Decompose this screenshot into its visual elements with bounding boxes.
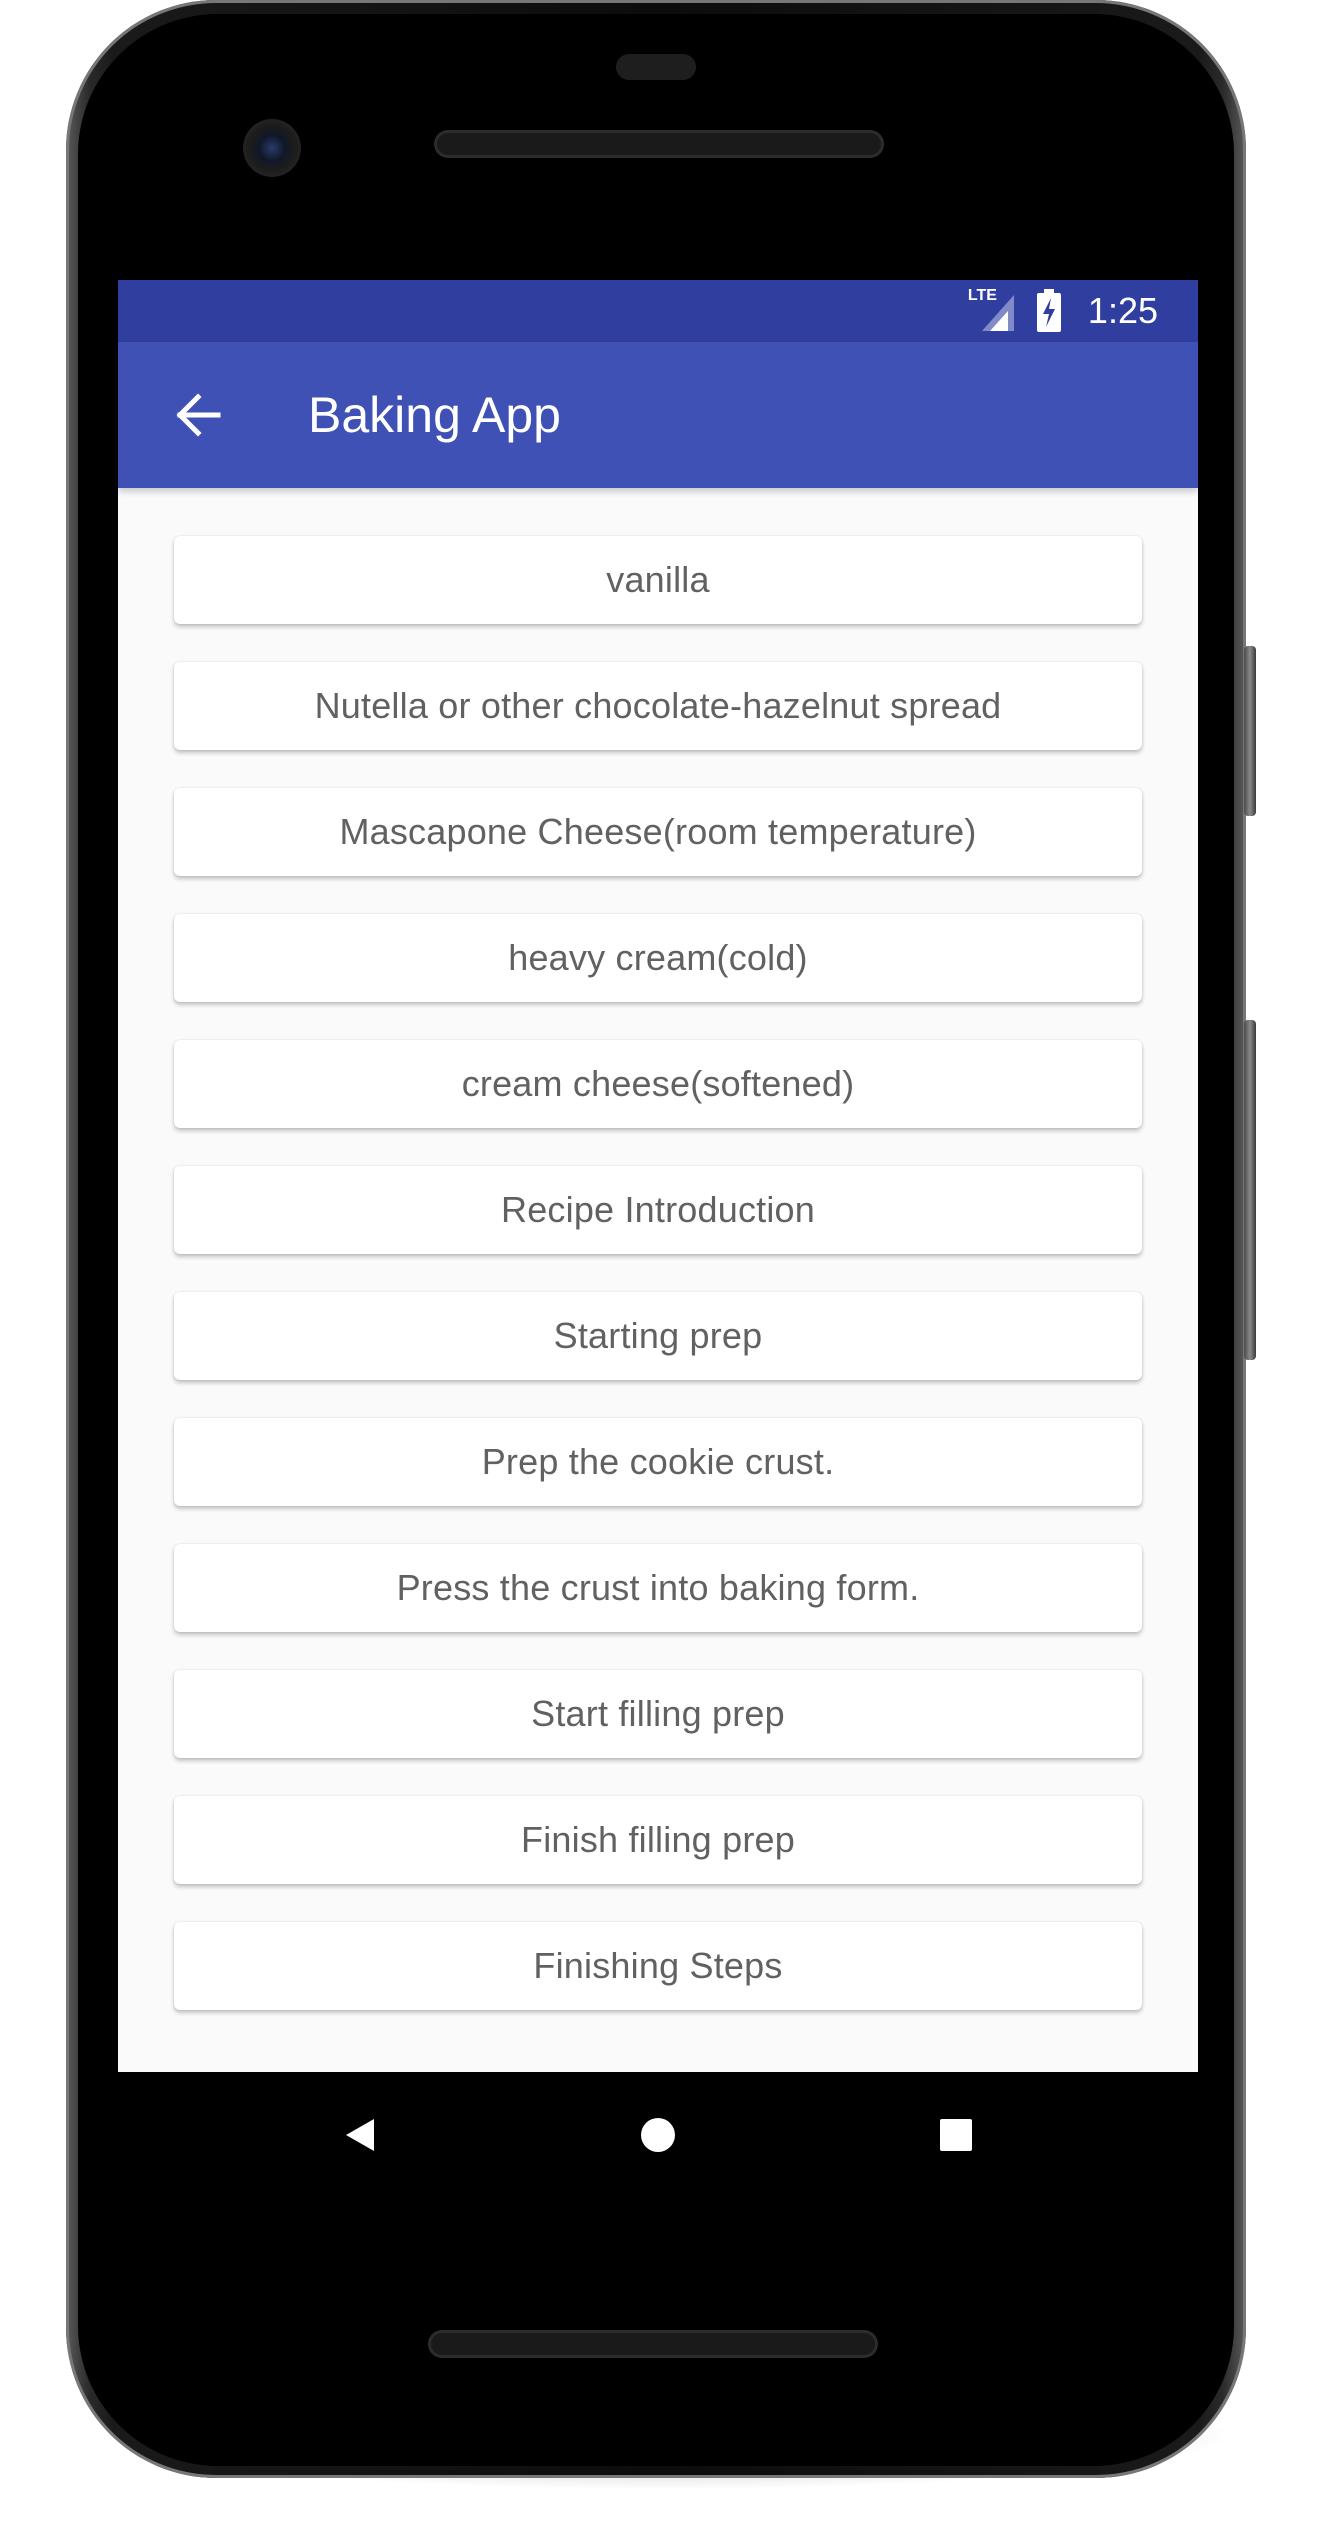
list-item[interactable]: cream cheese(softened) [174,1040,1142,1128]
list-item[interactable]: Nutella or other chocolate-hazelnut spre… [174,662,1142,750]
earpiece-speaker [434,130,884,158]
screen: LTE 1:25 Baking App vanilla Nutella or o… [118,280,1198,2072]
nav-back-icon [340,2115,380,2155]
app-bar: Baking App [118,342,1198,488]
back-button[interactable] [158,375,238,455]
list-item[interactable]: heavy cream(cold) [174,914,1142,1002]
status-bar: LTE 1:25 [118,280,1198,342]
list-item[interactable]: Starting prep [174,1292,1142,1380]
list-item[interactable]: Press the crust into baking form. [174,1544,1142,1632]
nav-back-button[interactable] [300,2072,420,2198]
nav-recents-button[interactable] [896,2072,1016,2198]
nav-home-icon [638,2115,678,2155]
status-time: 1:25 [1087,290,1158,331]
stage: LTE 1:25 Baking App vanilla Nutella or o… [0,0,1330,2532]
front-camera [246,122,298,174]
page-title: Baking App [308,387,561,443]
volume-button [1244,646,1256,816]
list-item[interactable]: Mascapone Cheese(room temperature) [174,788,1142,876]
bottom-speaker [428,2330,878,2358]
status-icons: LTE 1:25 [968,280,1158,342]
list-item[interactable]: Recipe Introduction [174,1166,1142,1254]
nav-recents-icon [936,2115,976,2155]
battery-charging-icon [1036,289,1062,333]
nav-home-button[interactable] [598,2072,718,2198]
power-button [1244,1020,1256,1360]
list-item[interactable]: Prep the cookie crust. [174,1418,1142,1506]
navigation-bar [118,2072,1198,2198]
list-item[interactable]: vanilla [174,536,1142,624]
list-item[interactable]: Start filling prep [174,1670,1142,1758]
list-item[interactable]: Finish filling prep [174,1796,1142,1884]
sensor-slot [616,54,696,80]
signal-icon: LTE [968,287,1018,333]
arrow-back-icon [174,391,222,439]
list-item[interactable]: Finishing Steps [174,1922,1142,2010]
